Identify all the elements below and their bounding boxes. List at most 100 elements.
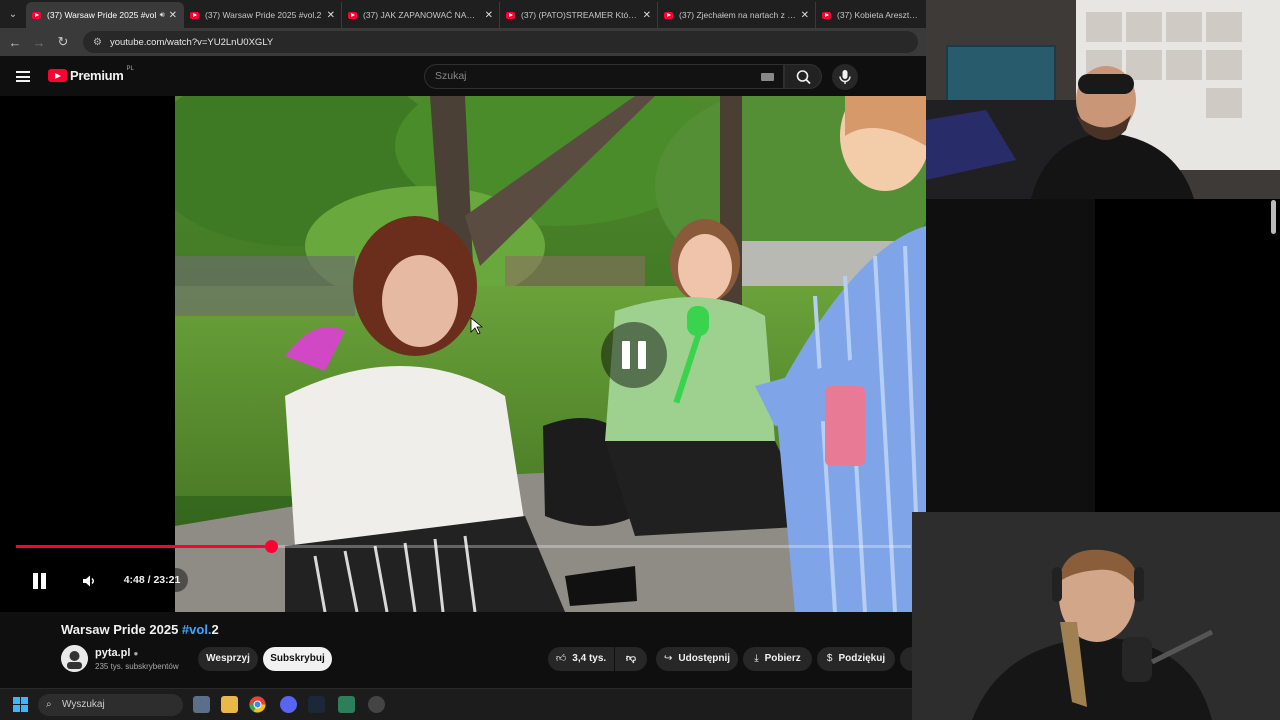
youtube-favicon-icon [822,11,831,19]
tab-title: (37) Warsaw Pride 2025 #vol [47,10,157,20]
tab-audio-icon[interactable]: 🔊︎ [160,10,165,20]
webcam-scene-image [926,0,1280,199]
support-button[interactable]: Wesprzyj [198,647,258,671]
logo-region: PL [126,65,134,72]
voice-search-button[interactable] [832,64,858,90]
progress-fill [16,545,272,548]
thanks-label: Podziękuj [838,653,886,664]
more-actions-button[interactable] [900,647,912,671]
reload-icon[interactable]: ↻ [51,34,75,50]
search-input[interactable]: Szukaj [424,64,784,89]
download-icon: ⤓ [754,653,759,664]
webcam-scene-image [912,512,1280,720]
microphone-icon [839,70,851,84]
youtube-play-icon [48,69,67,82]
address-bar[interactable]: ⚙ youtube.com/watch?v=YU2LnU0XGLY [83,31,918,53]
tab-title: (37) (PATO)STREAMER Który NI [521,10,639,20]
verified-badge-icon: ● [133,649,139,658]
tab-title: (37) Zjechałem na nartach z Mo [679,10,797,20]
tab-close-icon[interactable]: ✕ [643,10,651,21]
browser-tab-active[interactable]: (37) Warsaw Pride 2025 #vol 🔊︎ ✕ [26,2,184,28]
webcam-overlay-top [926,0,1280,199]
video-player[interactable]: 4:48 / 23:21 [0,96,926,612]
discord-icon[interactable] [280,696,297,713]
time-display: 4:48 / 23:21 [116,568,188,592]
search-icon: ⌕ [46,699,52,710]
browser-tab-strip: ⌄ (37) Warsaw Pride 2025 #vol 🔊︎ ✕ (37) … [0,0,926,28]
chrome-icon[interactable] [249,696,266,713]
thanks-button[interactable]: $ Podziękuj [817,647,895,671]
tab-title: (37) Warsaw Pride 2025 #vol.2 [205,10,322,20]
tab-close-icon[interactable]: ✕ [801,10,809,21]
like-count: 3,4 tys. [572,653,607,664]
screen: ⌄ (37) Warsaw Pride 2025 #vol 🔊︎ ✕ (37) … [0,0,1280,720]
taskbar-search-label: Wyszukaj [62,699,105,710]
search-icon [796,70,811,85]
tab-close-icon[interactable]: ✕ [327,10,335,21]
thanks-icon: $ [826,653,833,664]
progress-bar[interactable] [16,540,911,553]
menu-icon[interactable] [16,71,30,82]
thumbs-up-icon: 👍︎ [555,653,567,664]
keyboard-icon[interactable] [761,73,774,81]
download-button[interactable]: ⤓ Pobierz [743,647,812,671]
volume-icon [83,575,94,587]
youtube-favicon-icon [664,11,673,19]
like-button[interactable]: 👍︎ 3,4 tys. [548,647,614,671]
browser-tab[interactable]: (37) Kobieta Aresztowana [816,2,926,28]
browser-toolbar: ← → ↻ ⚙ youtube.com/watch?v=YU2LnU0XGLY [0,28,926,56]
video-frame[interactable] [175,96,926,612]
pause-overlay-icon[interactable] [601,322,667,388]
scrubber-handle[interactable] [265,540,279,553]
share-button[interactable]: ↪ Udostępnij [656,647,738,671]
steam-icon[interactable] [308,696,325,713]
video-title-text: Warsaw Pride 2025 [61,622,182,637]
browser-tab[interactable]: (37) JAK ZAPANOWAĆ NAD BY ✕ [342,2,500,28]
channel-avatar[interactable] [61,645,88,672]
windows-taskbar: ⌕ Wyszukaj [0,688,926,720]
dislike-button[interactable]: 👎︎ [615,647,647,671]
windows-start-icon[interactable] [13,697,29,713]
youtube-premium-logo[interactable]: Premium PL [48,65,134,83]
youtube-favicon-icon [348,11,357,19]
subscribe-button[interactable]: Subskrybuj [263,647,332,671]
youtube-favicon-icon [32,11,41,19]
thumbs-down-icon: 👎︎ [625,653,637,664]
youtube-favicon-icon [190,11,199,19]
search-button[interactable] [784,64,822,89]
webcam-overlay-bottom [912,512,1280,720]
tab-close-icon[interactable]: ✕ [485,10,493,21]
browser-tab[interactable]: (37) Zjechałem na nartach z Mo ✕ [658,2,816,28]
channel-subscribers: 235 tys. subskrybentów [95,662,179,671]
tab-search-chevron-icon[interactable]: ⌄ [0,0,26,28]
video-scene-image [175,96,926,612]
video-title-suffix: 2 [211,622,219,637]
tab-close-icon[interactable]: ✕ [169,10,177,21]
video-title: Warsaw Pride 2025 #vol.2 [61,622,219,637]
forward-arrow-icon[interactable]: → [27,35,51,50]
youtube-favicon-icon [506,11,515,19]
browser-tab[interactable]: (37) Warsaw Pride 2025 #vol.2 ✕ [184,2,342,28]
logo-wordmark: Premium [70,68,124,83]
volume-button[interactable] [80,572,98,590]
taskbar-search[interactable]: ⌕ Wyszukaj [38,694,183,716]
file-explorer-icon[interactable] [221,696,238,713]
video-title-hashtag[interactable]: #vol. [182,622,212,637]
obs-icon[interactable] [368,696,385,713]
pause-button[interactable] [31,572,49,590]
tab-title: (37) JAK ZAPANOWAĆ NAD BY [363,10,481,20]
tab-title: (37) Kobieta Aresztowana [837,10,920,20]
download-label: Pobierz [764,653,801,664]
channel-name-text: pyta.pl [95,647,131,659]
youtube-header: Premium PL Szukaj [0,56,926,96]
browser-tab[interactable]: (37) (PATO)STREAMER Który NI ✕ [500,2,658,28]
share-icon: ↪ [663,653,673,664]
share-label: Udostępnij [678,653,731,664]
site-info-icon[interactable]: ⚙ [93,37,102,48]
task-view-icon[interactable] [193,696,210,713]
back-arrow-icon[interactable]: ← [3,35,27,50]
page-scrollbar[interactable] [1271,200,1276,234]
channel-name[interactable]: pyta.pl ● [95,647,138,659]
terminal-app-icon[interactable] [338,696,355,713]
url-text: youtube.com/watch?v=YU2LnU0XGLY [109,36,274,48]
